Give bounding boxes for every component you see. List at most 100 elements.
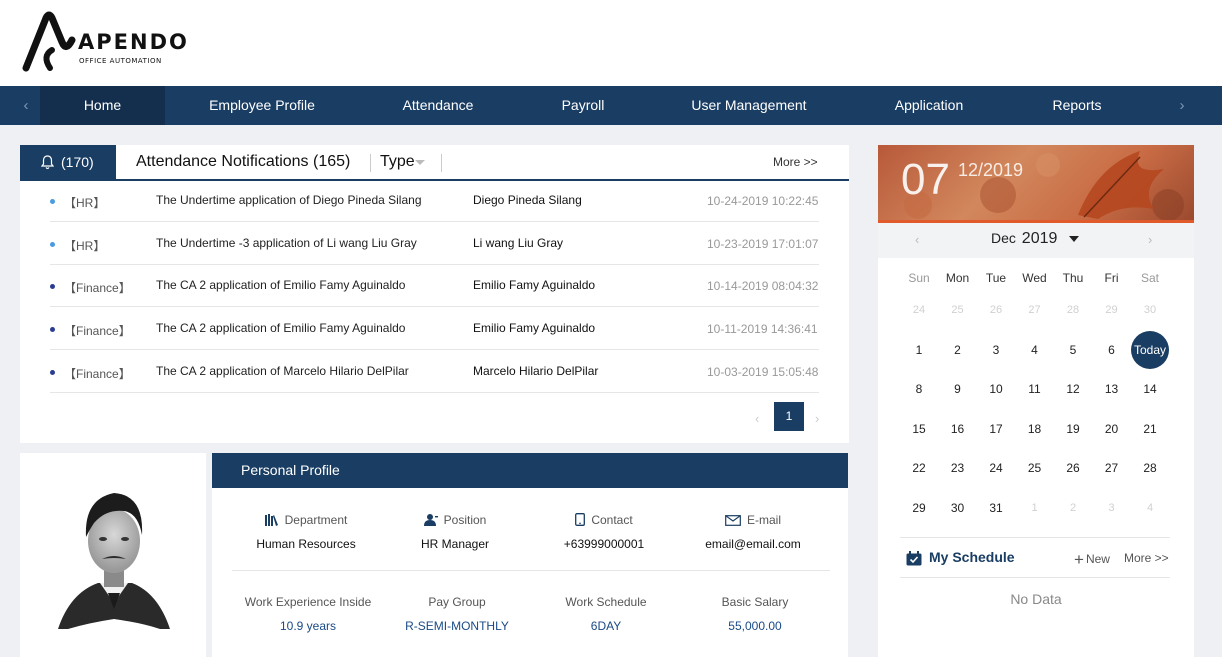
caret-down-icon[interactable] [415,160,425,165]
calendar-day[interactable]: 2 [939,335,977,365]
notification-row[interactable]: 【HR】 The Undertime application of Diego … [50,180,819,222]
calendar-day[interactable]: 15 [900,414,938,444]
weekday-header: Wed [1022,271,1047,285]
notification-employee: Marcelo Hilario DelPilar [473,364,599,378]
calendar-next-button[interactable]: › [1148,232,1152,247]
calendar-day[interactable]: 24 [900,295,938,325]
notification-row[interactable]: 【Finance】 The CA 2 application of Emilio… [50,265,819,307]
calendar-day[interactable]: 13 [1093,374,1131,404]
profile-label: Contact [591,513,633,527]
profile-value: +63999000001 [563,537,645,551]
status-dot-icon [50,242,55,247]
notification-time: 10-23-2019 17:01:07 [707,237,819,251]
brand-logo[interactable]: APENDO OFFICE AUTOMATION [22,10,192,76]
calendar-day[interactable]: 28 [1054,295,1092,325]
nav-item-employee-profile[interactable]: Employee Profile [192,86,332,125]
nav-next-arrow[interactable]: › [1162,86,1202,125]
notifications-more-link[interactable]: More >> [773,145,818,179]
personal-profile-panel: Personal Profile Department Human Resour… [212,453,848,657]
schedule-more-link[interactable]: More >> [1124,551,1169,565]
calendar-day[interactable]: 20 [1093,414,1131,444]
profile-position: Position HR Manager [375,513,535,551]
calendar-day[interactable]: 17 [977,414,1015,444]
notifications-bell-tab[interactable]: (170) [20,145,116,181]
calendar-day[interactable]: 31 [977,493,1015,523]
profile-divider [232,570,830,571]
weekday-header: Sat [1140,271,1159,285]
calendar-day[interactable]: 3 [977,335,1015,365]
calendar-banner-day: 07 [901,155,950,204]
caret-down-icon[interactable] [1069,236,1079,242]
calendar-day[interactable]: 21 [1131,414,1169,444]
calendar-day[interactable]: 14 [1131,374,1169,404]
profile-label: Department [284,513,348,527]
schedule-new-button[interactable]: + New [1074,550,1110,570]
calendar-day[interactable]: 10 [977,374,1015,404]
calendar-day[interactable]: 12 [1054,374,1092,404]
calendar-day[interactable]: 23 [939,453,977,483]
calendar-today[interactable]: Today [1131,330,1169,369]
weekday-header: Thu [1062,271,1084,285]
today-badge[interactable]: Today [1131,330,1169,369]
calendar-day[interactable]: 25 [1016,453,1054,483]
nav-item-attendance[interactable]: Attendance [378,86,498,125]
calendar-check-icon [906,551,922,566]
nav-item-payroll[interactable]: Payroll [540,86,626,125]
calendar-day[interactable]: 26 [1054,453,1092,483]
profile-contact: Contact +63999000001 [524,513,684,551]
notification-category: 【Finance】 [64,281,131,295]
status-dot-icon [50,199,55,204]
calendar-day[interactable]: 2 [1054,493,1092,523]
calendar-day[interactable]: 28 [1131,453,1169,483]
calendar-panel: 07 12/2019 ‹ Dec 2019 › Sun Mon Tue Wed Thu F… [878,145,1194,657]
nav-item-reports[interactable]: Reports [1030,86,1124,125]
notification-row[interactable]: 【Finance】 The CA 2 application of Marcel… [50,351,819,393]
nav-item-application[interactable]: Application [876,86,982,125]
pagination-next-button[interactable]: › [815,411,819,426]
calendar-day[interactable]: 5 [1054,335,1092,365]
nav-item-home[interactable]: Home [40,86,165,125]
calendar-month-select[interactable]: Dec 2019 [991,230,1057,248]
calendar-day[interactable]: 16 [939,414,977,444]
notifications-title[interactable]: Attendance Notifications (165) [136,145,350,179]
profile-label: Pay Group [428,595,486,609]
calendar-day[interactable]: 30 [1131,295,1169,325]
notification-row[interactable]: 【HR】 The Undertime -3 application of Li … [50,223,819,265]
calendar-day[interactable]: 26 [977,295,1015,325]
pagination-page-button[interactable]: 1 [774,402,804,431]
notification-subject[interactable]: The CA 2 application of Emilio Famy Agui… [156,321,405,335]
calendar-day[interactable]: 24 [977,453,1015,483]
notification-subject[interactable]: The CA 2 application of Emilio Famy Agui… [156,278,405,292]
notification-subject[interactable]: The Undertime -3 application of Li wang … [156,236,417,250]
calendar-day[interactable]: 4 [1131,493,1169,523]
notifications-tab-bar: (170) Attendance Notifications (165) Typ… [20,145,849,181]
calendar-day[interactable]: 4 [1016,335,1054,365]
calendar-prev-button[interactable]: ‹ [915,232,919,247]
calendar-day[interactable]: 1 [900,335,938,365]
calendar-day[interactable]: 6 [1093,335,1131,365]
calendar-day[interactable]: 19 [1054,414,1092,444]
notification-subject[interactable]: The CA 2 application of Marcelo Hilario … [156,364,409,378]
calendar-day[interactable]: 30 [939,493,977,523]
calendar-day[interactable]: 3 [1093,493,1131,523]
calendar-day[interactable]: 9 [939,374,977,404]
notification-time: 10-03-2019 15:05:48 [707,365,819,379]
calendar-day[interactable]: 29 [900,493,938,523]
calendar-day[interactable]: 22 [900,453,938,483]
calendar-day[interactable]: 27 [1093,453,1131,483]
notification-category: 【HR】 [64,196,106,210]
calendar-day[interactable]: 1 [1016,493,1054,523]
calendar-day[interactable]: 8 [900,374,938,404]
calendar-day[interactable]: 18 [1016,414,1054,444]
calendar-day[interactable]: 27 [1016,295,1054,325]
nav-item-user-management[interactable]: User Management [672,86,826,125]
calendar-day[interactable]: 25 [939,295,977,325]
calendar-banner-month-year: 12/2019 [958,160,1024,180]
notification-subject[interactable]: The Undertime application of Diego Pined… [156,193,422,207]
calendar-day[interactable]: 29 [1093,295,1131,325]
calendar-day[interactable]: 11 [1016,374,1054,404]
pagination-prev-button[interactable]: ‹ [755,411,759,426]
profile-value: 10.9 years [279,619,337,633]
notification-row[interactable]: 【Finance】 The CA 2 application of Emilio… [50,308,819,350]
type-filter-dropdown[interactable]: Type [380,145,415,179]
